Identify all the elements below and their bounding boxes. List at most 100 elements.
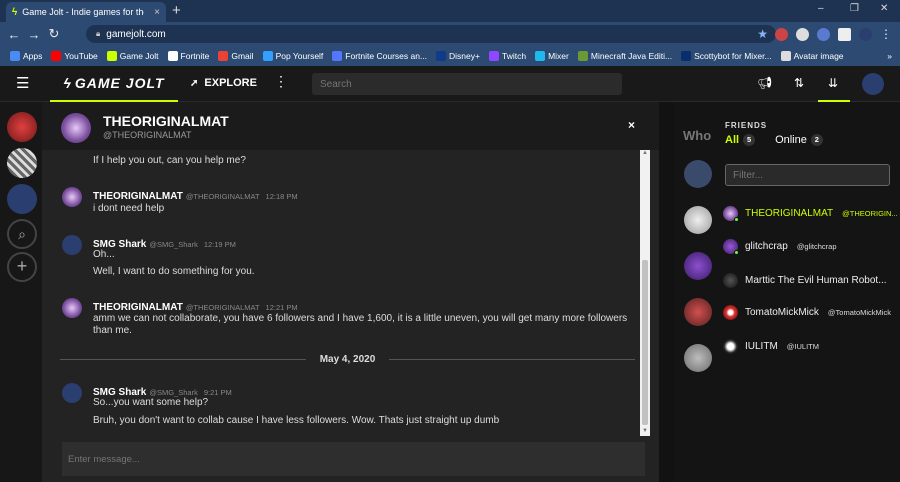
tab-all-count: 5: [743, 134, 756, 146]
message-handle: @THEORIGINALMAT: [185, 192, 260, 201]
tab-close-button[interactable]: ×: [154, 7, 160, 18]
extension-icon[interactable]: [838, 27, 851, 41]
gamejolt-logo[interactable]: ϟ GAME JOLT: [50, 66, 178, 102]
megaphone-icon[interactable]: 📢︎: [757, 76, 772, 90]
search-communities-icon[interactable]: ⌕: [7, 219, 37, 249]
chat-close-button[interactable]: ×: [628, 118, 635, 132]
add-community-icon[interactable]: +: [7, 252, 37, 282]
extensions-area: ⋮: [775, 24, 892, 44]
scroll-down-arrow-icon[interactable]: ▼: [642, 428, 648, 434]
maximize-button[interactable]: ❐: [850, 3, 859, 14]
message-text: If I help you out, can you help me?: [93, 155, 246, 166]
friends-heading: FRIENDS: [725, 121, 768, 130]
profile-avatar[interactable]: [859, 27, 872, 41]
activity-icon[interactable]: ⇅: [794, 76, 804, 90]
bookmark-favicon-icon: [535, 51, 546, 61]
scroll-up-arrow-icon[interactable]: ▲: [642, 150, 648, 156]
community-avatar[interactable]: [7, 184, 37, 214]
community-avatar[interactable]: [7, 112, 37, 142]
bookmark-label: Minecraft Java Editi...: [590, 51, 673, 61]
friend-name: glitchcrap: [745, 241, 788, 252]
message-author[interactable]: THEORIGINALMAT: [93, 302, 183, 313]
friend-row[interactable]: Marttic The Evil Human Robot...: [723, 273, 898, 288]
tab-online-count: 2: [810, 134, 823, 146]
bookmark-item[interactable]: Pop Yourself: [262, 51, 324, 61]
friend-row[interactable]: glitchcrap @glitchcrap: [723, 239, 898, 254]
extension-icon[interactable]: [796, 27, 809, 41]
bookmarks-overflow-button[interactable]: »: [887, 51, 892, 61]
friend-avatar: [723, 305, 738, 320]
chat-scrollbar-thumb[interactable]: [642, 260, 648, 425]
bookmark-favicon-icon: [218, 51, 229, 61]
community-avatar[interactable]: [7, 148, 37, 178]
browser-menu-icon[interactable]: ⋮: [880, 27, 892, 41]
extension-icon[interactable]: [817, 27, 830, 41]
friends-panel: [675, 102, 900, 482]
bookmark-item[interactable]: Scottybot for Mixer...: [681, 51, 772, 61]
message-text: Well, I want to do something for you.: [93, 266, 255, 277]
tab-online[interactable]: Online: [775, 134, 807, 146]
bookmark-item[interactable]: Mixer: [535, 51, 569, 61]
bookmark-item[interactable]: Disney+: [436, 51, 480, 61]
bookmark-favicon-icon: [488, 51, 499, 61]
bookmark-label: Pop Yourself: [275, 51, 324, 61]
message-avatar[interactable]: [62, 383, 82, 403]
back-arrow-icon[interactable]: ←: [4, 27, 24, 42]
suggested-user-avatar[interactable]: [684, 160, 712, 188]
bookmark-item[interactable]: YouTube: [51, 51, 98, 61]
bookmark-favicon-icon: [106, 51, 117, 61]
message-avatar[interactable]: [62, 235, 82, 255]
search-input[interactable]: [312, 73, 622, 95]
friend-name: Marttic The Evil Human Robot...: [745, 275, 887, 286]
explore-link[interactable]: ➚ EXPLORE: [190, 77, 257, 89]
friend-avatar: [723, 273, 738, 288]
forward-arrow-icon[interactable]: →: [24, 27, 44, 42]
browser-tab[interactable]: ϟ Game Jolt - Indie games for the l ×: [6, 2, 166, 22]
tab-all[interactable]: All: [725, 134, 739, 146]
friend-row[interactable]: IULITM @IULITM: [723, 339, 898, 354]
bookmark-star-icon[interactable]: ★: [757, 27, 768, 41]
chat-user-avatar[interactable]: [61, 113, 91, 143]
message-handle: @SMG_Shark: [149, 388, 198, 397]
bookmark-item[interactable]: Fortnite Courses an...: [332, 51, 427, 61]
bookmark-item[interactable]: Twitch: [488, 51, 526, 61]
extension-badge-icon[interactable]: [775, 27, 788, 41]
more-menu-icon[interactable]: ⋮: [274, 73, 288, 90]
bookmark-label: Fortnite Courses an...: [345, 51, 428, 61]
hamburger-menu-icon[interactable]: ☰: [16, 74, 29, 92]
message-time: 9:21 PM: [203, 388, 232, 397]
message-avatar[interactable]: [62, 187, 82, 207]
suggested-user-avatar[interactable]: [684, 344, 712, 372]
who-to-follow-heading: Who: [683, 128, 712, 143]
bookmark-item[interactable]: Minecraft Java Editi...: [577, 51, 673, 61]
reload-icon[interactable]: ↻: [44, 26, 64, 42]
minimize-button[interactable]: –: [818, 3, 824, 14]
message-author[interactable]: THEORIGINALMAT: [93, 191, 183, 202]
bookmark-label: Scottybot for Mixer...: [694, 51, 772, 61]
address-bar[interactable]: 🔒︎ gamejolt.com ★: [86, 25, 776, 43]
bookmark-item[interactable]: Apps: [10, 51, 42, 61]
friend-row[interactable]: THEORIGINALMAT @THEORIGIN...: [723, 206, 898, 221]
friend-avatar: [723, 206, 739, 221]
message-avatar[interactable]: [62, 298, 82, 318]
bookmark-item[interactable]: Avatar image: [780, 51, 844, 61]
suggested-user-avatar[interactable]: [684, 298, 712, 326]
friend-name: IULITM: [745, 341, 778, 352]
bookmark-favicon-icon: [10, 51, 20, 61]
close-window-button[interactable]: ✕: [880, 3, 888, 14]
chat-user-handle: @THEORIGINALMAT: [103, 130, 192, 140]
bookmark-item[interactable]: Game Jolt: [106, 51, 159, 61]
date-divider: May 4, 2020: [60, 353, 636, 365]
user-avatar[interactable]: [862, 73, 884, 95]
chat-user-name[interactable]: THEORIGINALMAT: [103, 113, 229, 129]
suggested-user-avatar[interactable]: [684, 252, 712, 280]
compass-icon: ➚: [190, 77, 199, 89]
bookmark-item[interactable]: Gmail: [218, 51, 254, 61]
friend-row[interactable]: TomatoMickMick @TomatoMickMick: [723, 305, 898, 320]
suggested-user-avatar[interactable]: [684, 206, 712, 234]
new-tab-button[interactable]: +: [172, 3, 181, 18]
friends-filter-input[interactable]: [725, 164, 890, 186]
message-input[interactable]: [62, 442, 645, 476]
bookmark-item[interactable]: Fortnite: [167, 51, 209, 61]
friends-toggle-icon[interactable]: ⇊: [828, 76, 838, 90]
